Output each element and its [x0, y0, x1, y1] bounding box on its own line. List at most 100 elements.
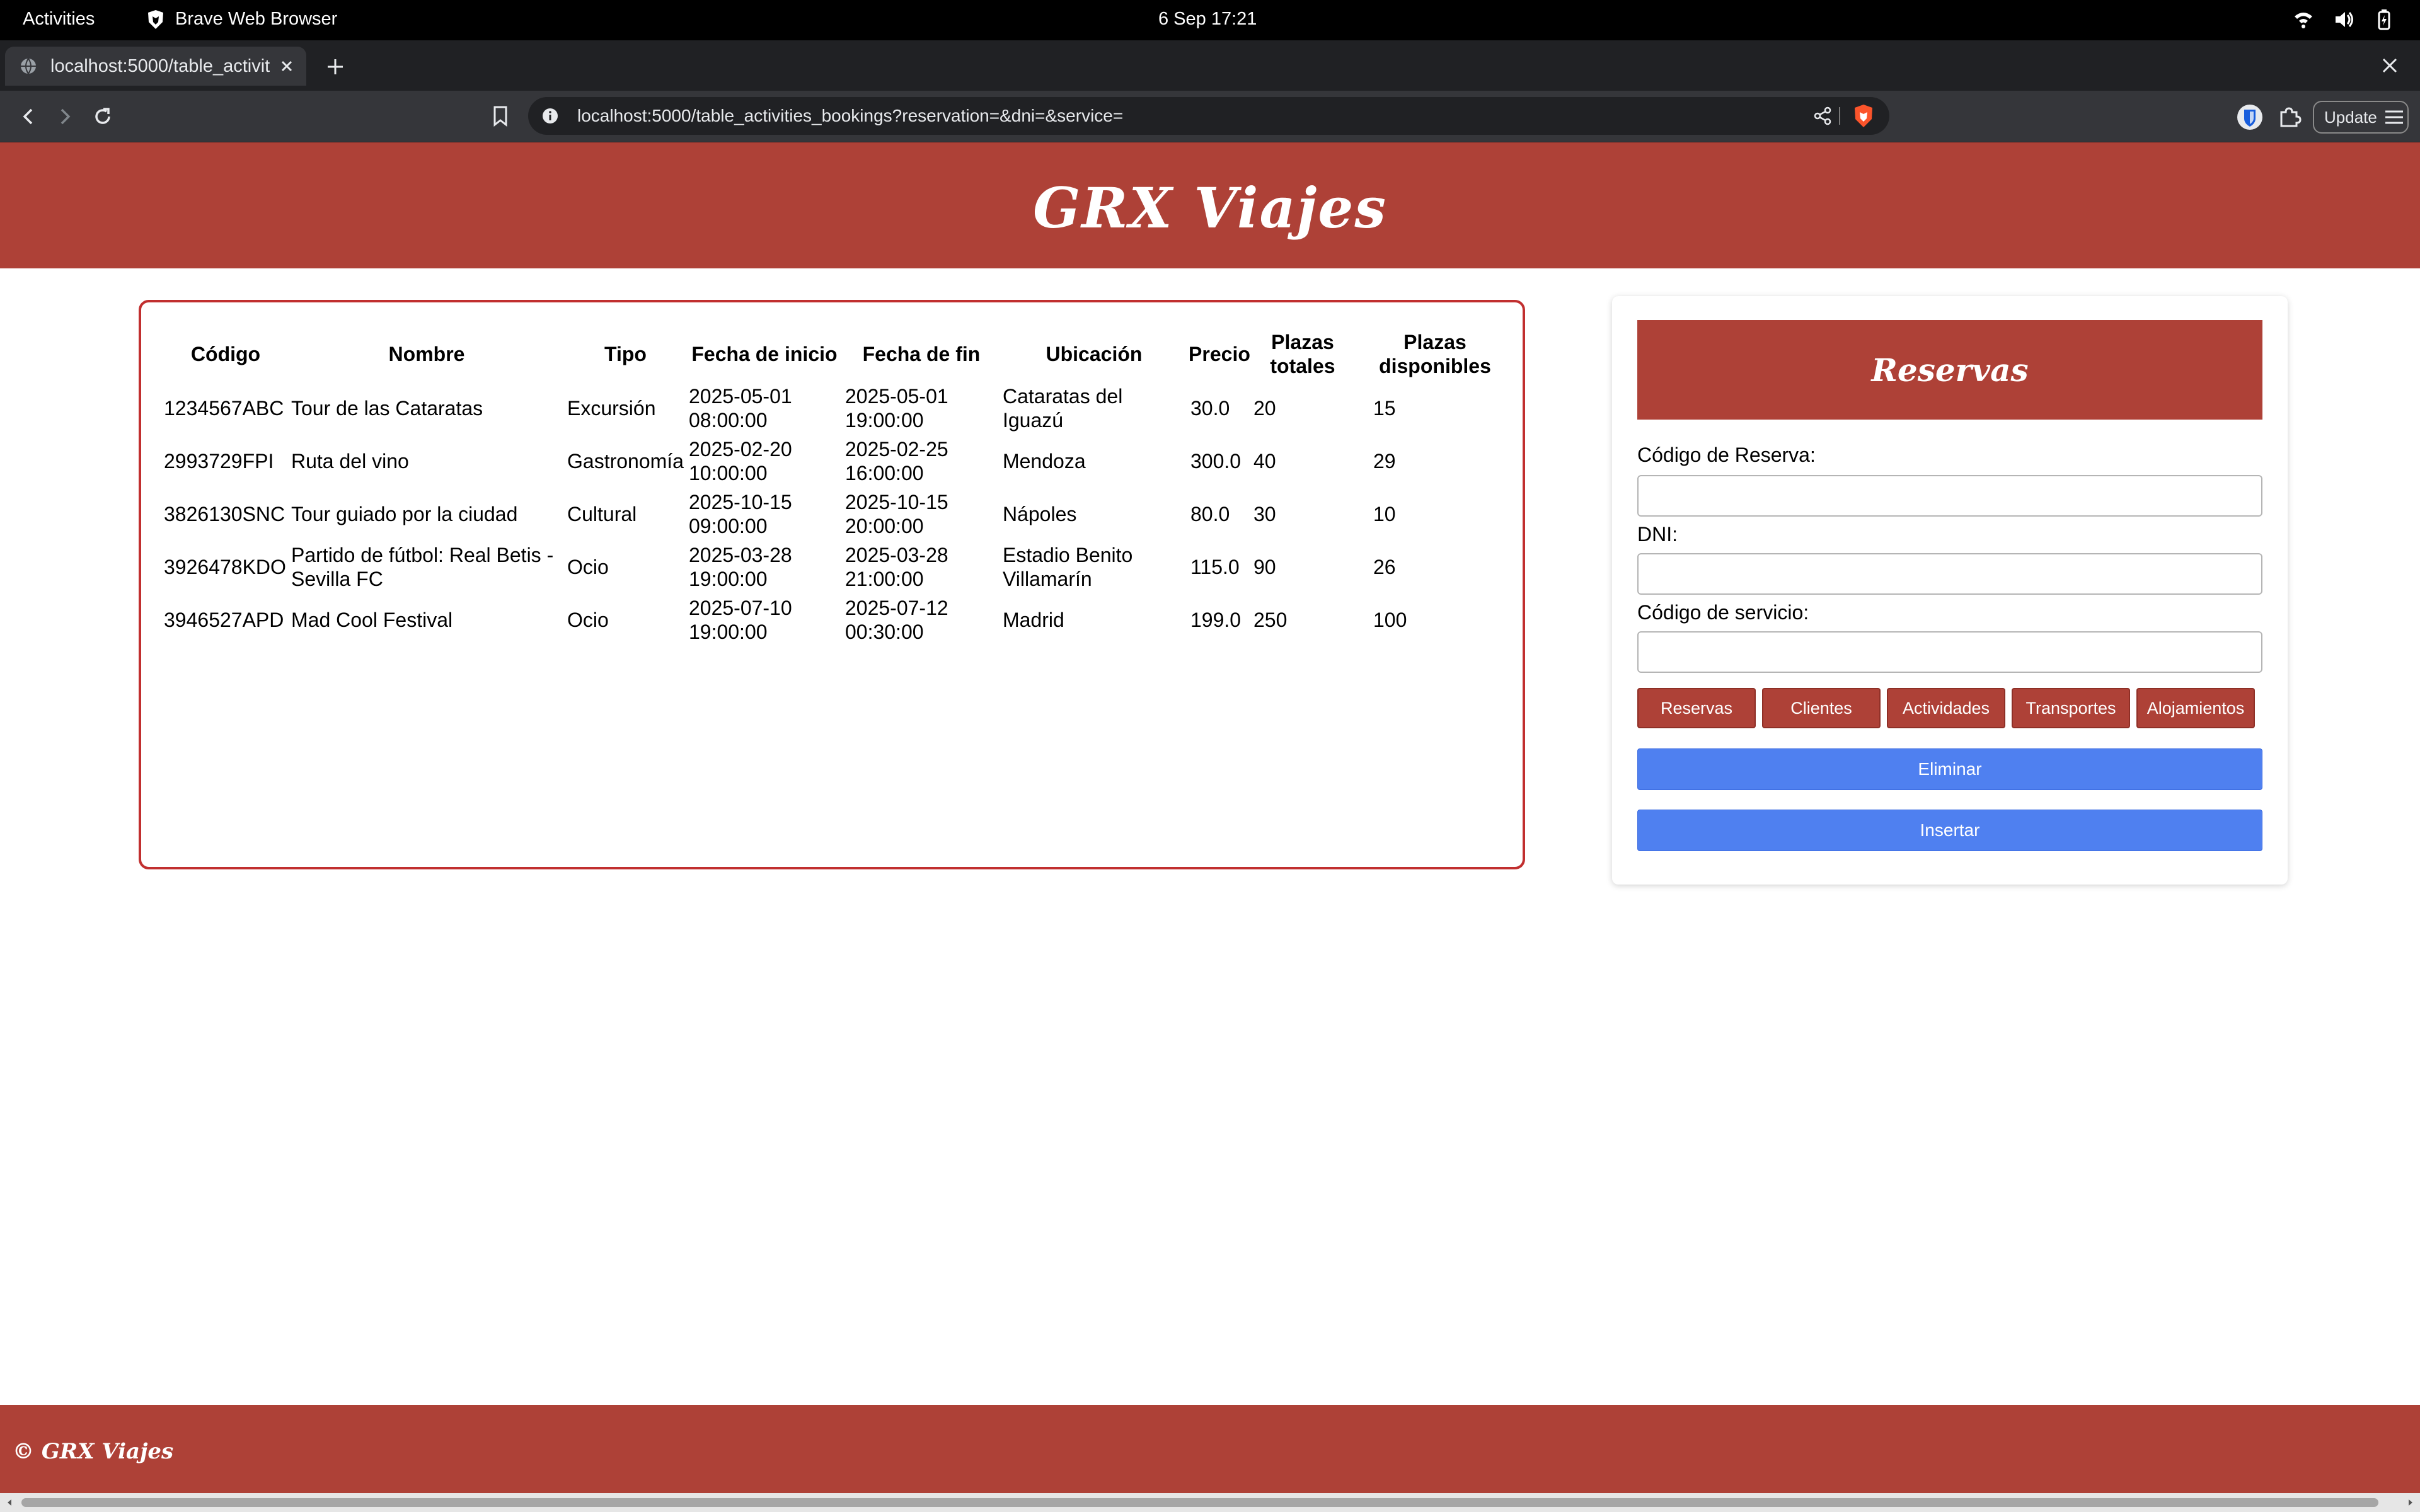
app-menu[interactable]: Brave Web Browser — [146, 9, 337, 30]
brave-shield-icon[interactable] — [1852, 103, 1876, 129]
column-header: Ubicación — [1046, 343, 1143, 365]
service-code-input[interactable] — [1637, 631, 2262, 673]
menu-icon — [2385, 110, 2403, 124]
reservation-code-label: Código de Reserva: — [1637, 444, 1816, 466]
cell-nombre: Tour guiado por la ciudad — [291, 503, 518, 525]
tab-strip: localhost:5000/table_activities_bookings… — [0, 40, 2420, 91]
delete-button[interactable]: Eliminar — [1637, 748, 2262, 790]
actividades-button[interactable]: Actividades — [1887, 688, 2005, 728]
column-header: Código — [190, 343, 261, 365]
brave-lion-icon — [148, 9, 163, 29]
close-icon[interactable] — [2378, 54, 2401, 77]
scroll-left-icon[interactable] — [5, 1498, 14, 1507]
tab-title: localhost:5000/table_activities_bookings… — [50, 55, 270, 76]
reservation-code-input[interactable] — [1637, 475, 2262, 517]
cell-fin: 2025-05-01 19:00:00 — [844, 385, 948, 432]
table-row: 1234567ABC Tour de las Cataratas Excursi… — [163, 382, 1516, 435]
column-header: Plazas totales — [1270, 331, 1335, 377]
cell-plazas-disponibles: 10 — [1373, 503, 1396, 525]
reservas-button[interactable]: Reservas — [1637, 688, 1756, 728]
cell-codigo: 3926478KDO — [164, 556, 286, 578]
share-icon[interactable] — [1812, 106, 1833, 126]
url-text[interactable]: localhost:5000/table_activities_bookings… — [577, 106, 1123, 126]
update-button[interactable]: Update — [2313, 101, 2409, 134]
cell-plazas-disponibles: 100 — [1373, 609, 1407, 631]
column-header: Plazas disponibles — [1379, 331, 1491, 377]
cell-nombre: Mad Cool Festival — [291, 609, 453, 631]
cell-inicio: 2025-10-15 09:00:00 — [688, 491, 792, 537]
forward-icon[interactable] — [52, 103, 78, 130]
cell-ubicacion: Madrid — [1002, 609, 1064, 631]
cell-plazas-totales: 90 — [1253, 556, 1276, 578]
table-row: 3826130SNC Tour guiado por la ciudad Cul… — [163, 488, 1516, 541]
dni-label: DNI: — [1637, 523, 1678, 546]
cell-fin: 2025-10-15 20:00:00 — [844, 491, 948, 537]
system-tray[interactable] — [2293, 9, 2395, 30]
cell-nombre: Ruta del vino — [291, 450, 409, 472]
cell-precio: 199.0 — [1190, 609, 1242, 631]
cell-inicio: 2025-03-28 19:00:00 — [688, 544, 792, 590]
cell-ubicacion: Estadio Benito Villamarín — [1002, 544, 1133, 590]
cell-precio: 80.0 — [1190, 503, 1230, 525]
activities-table-panel: Código Nombre Tipo Fecha de inicio Fecha… — [139, 300, 1525, 869]
cell-inicio: 2025-05-01 08:00:00 — [688, 385, 792, 432]
insert-button[interactable]: Insertar — [1637, 810, 2262, 851]
reload-icon[interactable] — [89, 103, 116, 130]
plus-icon[interactable] — [324, 55, 347, 78]
activities-table: Código Nombre Tipo Fecha de inicio Fecha… — [163, 326, 1516, 646]
back-icon[interactable] — [15, 103, 42, 130]
cell-tipo: Ocio — [567, 609, 609, 631]
info-icon[interactable] — [541, 106, 560, 125]
cell-fin: 2025-02-25 16:00:00 — [844, 438, 948, 484]
cell-tipo: Gastronomía — [567, 450, 684, 472]
close-icon[interactable] — [277, 57, 296, 76]
address-bar[interactable]: localhost:5000/table_activities_bookings… — [528, 97, 1889, 135]
cell-codigo: 2993729FPI — [164, 450, 274, 472]
cell-tipo: Excursión — [567, 397, 656, 420]
cell-ubicacion: Mendoza — [1002, 450, 1086, 472]
table-header-row: Código Nombre Tipo Fecha de inicio Fecha… — [163, 326, 1516, 382]
cell-plazas-totales: 30 — [1253, 503, 1276, 525]
cell-codigo: 3946527APD — [164, 609, 284, 631]
tab-active[interactable]: localhost:5000/table_activities_bookings… — [5, 47, 306, 86]
wifi-icon — [2295, 13, 2312, 28]
cell-precio: 300.0 — [1190, 450, 1242, 472]
clientes-button[interactable]: Clientes — [1762, 688, 1881, 728]
bookmark-icon[interactable] — [488, 103, 513, 129]
cell-nombre: Tour de las Cataratas — [291, 397, 483, 420]
horizontal-scrollbar[interactable] — [0, 1493, 2420, 1512]
puzzle-icon[interactable] — [2276, 103, 2303, 130]
table-row: 3926478KDO Partido de fútbol: Real Betis… — [163, 541, 1516, 593]
scrollbar-thumb[interactable] — [21, 1498, 2378, 1507]
cell-codigo: 3826130SNC — [164, 503, 285, 525]
cell-inicio: 2025-07-10 19:00:00 — [688, 597, 792, 643]
cell-fin: 2025-07-12 00:30:00 — [844, 597, 948, 643]
address-bar-divider — [1839, 107, 1840, 125]
activities-button[interactable]: Activities — [23, 9, 95, 30]
cell-plazas-disponibles: 26 — [1373, 556, 1396, 578]
cell-inicio: 2025-02-20 10:00:00 — [688, 438, 792, 484]
transportes-button[interactable]: Transportes — [2012, 688, 2130, 728]
reservations-form-panel: Reservas Código de Reserva: DNI: Código … — [1612, 296, 2288, 885]
cell-ubicacion: Nápoles — [1002, 503, 1077, 525]
cell-precio: 115.0 — [1190, 556, 1240, 578]
scroll-right-icon[interactable] — [2406, 1498, 2415, 1507]
column-header: Precio — [1189, 343, 1250, 365]
table-row: 3946527APD Mad Cool Festival Ocio 2025-0… — [163, 593, 1516, 646]
site-header: GRX Viajes — [0, 142, 2420, 268]
alojamientos-button[interactable]: Alojamientos — [2136, 688, 2255, 728]
dni-input[interactable] — [1637, 553, 2262, 595]
column-header: Fecha de fin — [862, 343, 981, 365]
site-footer: © GRX Viajes — [0, 1405, 2420, 1493]
cell-plazas-disponibles: 29 — [1373, 450, 1396, 472]
cell-tipo: Ocio — [567, 556, 609, 578]
service-code-label: Código de servicio: — [1637, 601, 1809, 624]
table-nav-buttons: Reservas Clientes Actividades Transporte… — [1637, 688, 2262, 728]
cell-plazas-totales: 40 — [1253, 450, 1276, 472]
clock[interactable]: 6 Sep 17:21 — [1158, 9, 1257, 30]
cell-plazas-disponibles: 15 — [1373, 397, 1396, 420]
bitwarden-icon[interactable] — [2236, 103, 2264, 131]
battery-icon — [2378, 9, 2390, 30]
form-title: Reservas — [1637, 320, 2262, 420]
table-row: 2993729FPI Ruta del vino Gastronomía 202… — [163, 435, 1516, 488]
